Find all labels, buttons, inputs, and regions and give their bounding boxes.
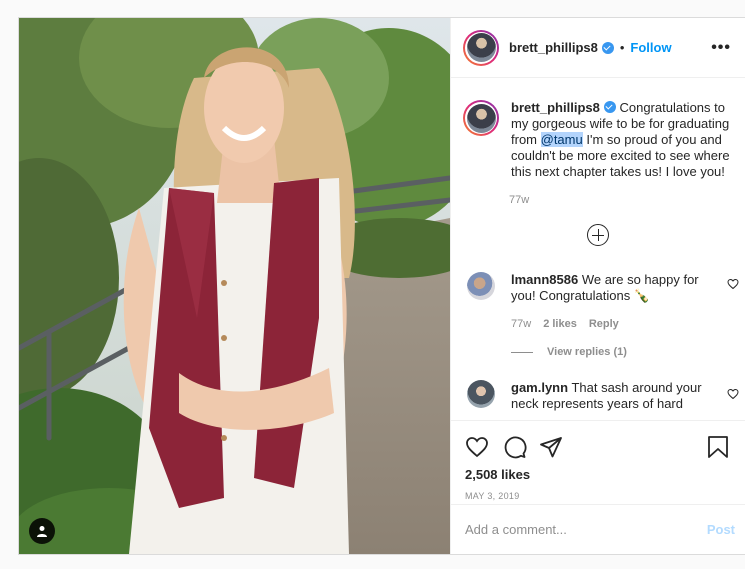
- photo-illustration: [19, 18, 450, 554]
- tagged-user-icon[interactable]: [29, 518, 55, 544]
- mention-link[interactable]: @tamu: [540, 132, 583, 147]
- like-comment-heart-icon[interactable]: [727, 278, 739, 290]
- caption: brett_phillips8 Congratulations to my go…: [451, 78, 745, 180]
- caption-text: brett_phillips8 Congratulations to my go…: [511, 100, 731, 180]
- share-send-icon[interactable]: [539, 435, 563, 459]
- load-more-comments[interactable]: [451, 224, 745, 246]
- post-comment-button[interactable]: Post: [707, 522, 735, 537]
- post-date[interactable]: MAY 3, 2019: [451, 482, 745, 501]
- view-replies-button[interactable]: View replies (1): [511, 346, 745, 358]
- comment-input[interactable]: [465, 522, 707, 537]
- comment-text: gam.lynn That sash around your neck repr…: [511, 380, 721, 412]
- author-username[interactable]: brett_phillips8: [509, 40, 598, 55]
- comments-list[interactable]: brett_phillips8 Congratulations to my go…: [451, 78, 745, 420]
- action-icons-row: [451, 421, 745, 463]
- add-comment-bar: Post: [451, 504, 745, 554]
- comment-likes[interactable]: 2 likes: [543, 318, 577, 330]
- verified-badge-icon: [601, 41, 614, 54]
- more-options-icon[interactable]: •••: [711, 39, 731, 57]
- post-side-panel: brett_phillips8 • Follow ••• brett_phill…: [450, 18, 745, 554]
- commenter-username[interactable]: gam.lynn: [511, 380, 568, 395]
- like-comment-heart-icon[interactable]: [727, 388, 739, 400]
- comment-time[interactable]: 77w: [511, 318, 531, 330]
- commenter-username[interactable]: lmann8586: [511, 272, 578, 287]
- caption-username[interactable]: brett_phillips8: [511, 100, 600, 115]
- comment-item: lmann8586 We are so happy for you! Congr…: [451, 272, 745, 304]
- commenter-avatar[interactable]: [467, 380, 495, 408]
- comment-meta: 77w 2 likes Reply: [511, 318, 745, 330]
- person-icon: [37, 526, 47, 537]
- comment-text: lmann8586 We are so happy for you! Congr…: [511, 272, 721, 304]
- likes-count[interactable]: 2,508 likes: [451, 463, 745, 482]
- separator-dot: •: [619, 40, 625, 55]
- author-avatar[interactable]: [463, 29, 499, 66]
- caption-time[interactable]: 77w: [509, 194, 745, 206]
- like-heart-icon[interactable]: [465, 435, 489, 459]
- post-actions: 2,508 likes MAY 3, 2019 Post: [451, 420, 745, 554]
- comment-bubble-icon[interactable]: [503, 435, 527, 459]
- save-bookmark-icon[interactable]: [707, 435, 729, 459]
- post-card: brett_phillips8 • Follow ••• brett_phill…: [18, 17, 745, 555]
- comment-item: gam.lynn That sash around your neck repr…: [451, 380, 745, 412]
- commenter-avatar[interactable]: [467, 272, 495, 300]
- caption-verified-badge-icon: [603, 101, 616, 113]
- replies-line: [511, 351, 533, 353]
- reply-button[interactable]: Reply: [589, 318, 619, 330]
- view-replies-label: View replies (1): [547, 346, 627, 358]
- post-photo[interactable]: [19, 18, 450, 554]
- plus-circle-icon[interactable]: [587, 224, 609, 246]
- caption-avatar[interactable]: [463, 100, 499, 136]
- follow-button[interactable]: Follow: [630, 40, 671, 55]
- post-header: brett_phillips8 • Follow •••: [451, 18, 745, 78]
